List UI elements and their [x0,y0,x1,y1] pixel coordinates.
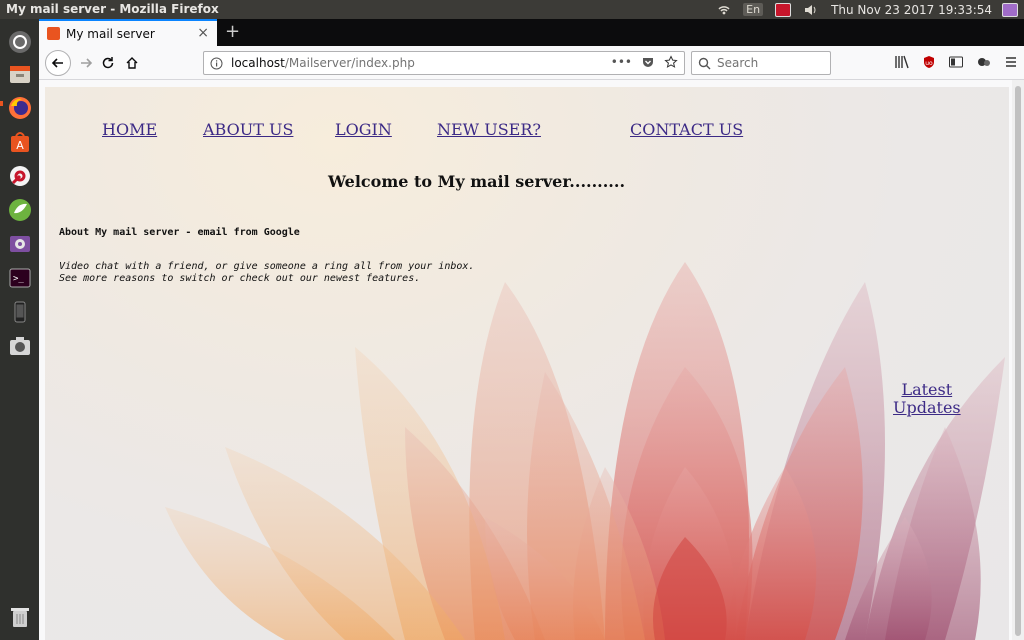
new-tab-button[interactable]: + [225,21,240,42]
close-tab-icon[interactable]: × [197,25,209,41]
lotus-background-image [165,262,1005,640]
url-path: /Mailserver/index.php [284,56,415,70]
xampp-favicon-icon [47,27,60,40]
page-actions-icon[interactable]: ••• [611,55,632,69]
about-line-2: See more reasons to switch or check out … [59,273,421,284]
software-center-icon[interactable]: A [5,127,34,156]
tab-bar: My mail server × + [39,19,1024,46]
firefox-window: My mail server × + localhost/Mailserver/… [39,19,1024,640]
search-placeholder: Search [717,56,759,70]
welcome-heading: Welcome to My mail server.......... [328,172,626,191]
about-title: About My mail server - email from Google [59,227,300,238]
navigation-toolbar: localhost/Mailserver/index.php ••• Searc… [39,46,1024,80]
terminal-icon[interactable]: >_ [5,263,34,292]
nav-home-link[interactable]: HOME [102,120,157,139]
nav-new-user-link[interactable]: NEW USER? [437,120,541,139]
ublock-icon[interactable]: uo [922,55,936,69]
keyboard-layout-indicator[interactable]: En [743,3,764,16]
nav-login-link[interactable]: LOGIN [335,120,392,139]
toolbar-right: uo [894,55,1018,69]
nav-contact-link[interactable]: CONTACT US [630,120,743,139]
about-text: Video chat with a friend, or give someon… [59,261,474,285]
reload-button[interactable] [95,50,121,76]
dash-icon[interactable] [5,27,34,56]
clock[interactable]: Thu Nov 23 2017 19:33:54 [831,3,992,17]
back-button[interactable] [45,50,71,76]
pocket-icon[interactable] [641,55,655,69]
svg-text:uo: uo [925,60,933,67]
latest-line-2: Updates [893,398,961,417]
url-bar[interactable]: localhost/Mailserver/index.php ••• [203,51,685,75]
home-icon [126,57,138,69]
back-arrow-icon [51,58,63,68]
firefox-icon[interactable] [5,93,34,122]
about-line-1: Video chat with a friend, or give someon… [59,261,475,272]
forward-arrow-icon [81,58,93,68]
session-menu-icon[interactable] [1002,2,1018,17]
screenshot-icon[interactable] [5,331,34,360]
library-icon[interactable] [894,55,910,69]
spring-tool-icon[interactable] [5,195,34,224]
settings-icon[interactable] [5,161,34,190]
tab-title: My mail server [66,26,155,41]
latest-line-1: Latest [901,380,953,399]
tab-my-mail-server[interactable]: My mail server × [39,19,217,46]
launcher: A >_ [0,19,39,640]
media-player-icon[interactable] [5,229,34,258]
phone-icon[interactable] [5,297,34,326]
url-host: localhost [231,56,285,70]
top-panel: My mail server - Mozilla Firefox En Thu … [0,0,1024,19]
search-bar[interactable]: Search [691,51,831,75]
network-icon[interactable] [717,3,731,17]
sidebar-icon[interactable] [948,55,964,69]
reload-icon [102,57,114,69]
files-icon[interactable] [5,59,34,88]
extension-icon[interactable] [976,55,992,69]
vertical-scrollbar[interactable] [1012,80,1024,640]
svg-text:A: A [16,139,24,152]
search-icon [698,57,711,69]
page-viewport: HOME ABOUT US LOGIN NEW USER? CONTACT US… [45,87,1009,640]
info-icon[interactable] [210,57,223,70]
trash-icon[interactable] [5,602,34,631]
window-title: My mail server - Mozilla Firefox [6,2,219,16]
bookmark-star-icon[interactable] [664,55,678,69]
scrollbar-thumb[interactable] [1015,86,1021,636]
recording-icon[interactable] [775,2,792,17]
home-button[interactable] [119,50,145,76]
volume-icon[interactable] [803,3,819,17]
menu-icon[interactable] [1004,55,1018,69]
nav-about-link[interactable]: ABOUT US [203,120,293,139]
latest-updates-link[interactable]: Latest Updates [893,381,961,417]
svg-text:>_: >_ [13,274,24,284]
system-tray: En Thu Nov 23 2017 19:33:54 [717,0,1024,19]
